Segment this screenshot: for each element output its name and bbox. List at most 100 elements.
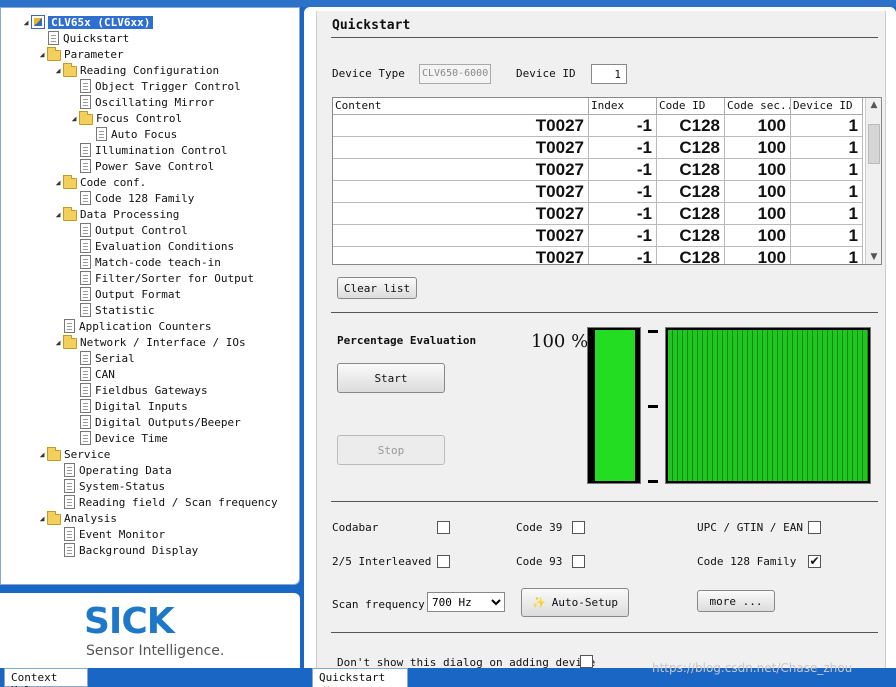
table-cell[interactable]: C128 — [657, 115, 725, 137]
code93-checkbox[interactable] — [572, 555, 585, 568]
code128-checkbox[interactable]: ✔ — [808, 555, 821, 568]
table-cell[interactable]: 100 — [725, 181, 791, 203]
table-cell[interactable]: -1 — [589, 247, 657, 264]
tree-item[interactable]: Oscillating Mirror — [69, 94, 214, 110]
grid-scrollbar[interactable]: ▲ ▼ — [865, 98, 881, 264]
tab-quickstart[interactable]: Quickstart ✖ — [312, 668, 408, 687]
tree-item[interactable]: Device Time — [69, 430, 168, 446]
expand-arrow-icon[interactable]: ◢ — [53, 178, 63, 187]
table-cell[interactable]: 1 — [791, 247, 863, 264]
table-cell[interactable]: -1 — [589, 225, 657, 247]
code39-checkbox[interactable] — [572, 521, 585, 534]
tree-item[interactable]: Code 128 Family — [69, 190, 194, 206]
tree-item[interactable]: Operating Data — [53, 462, 172, 478]
start-button[interactable]: Start — [337, 363, 445, 393]
scroll-up-icon[interactable]: ▲ — [866, 100, 881, 110]
tree-item[interactable]: Application Counters — [53, 318, 211, 334]
tree-item[interactable]: Auto Focus — [85, 126, 177, 142]
auto-setup-button[interactable]: ✨ Auto-Setup — [521, 588, 629, 617]
device-id-field[interactable]: 1 — [591, 64, 627, 84]
clear-list-button[interactable]: Clear list — [337, 277, 417, 299]
upc-checkbox[interactable] — [808, 521, 821, 534]
table-cell[interactable]: T0027 — [333, 137, 589, 159]
tree-item[interactable]: Event Monitor — [53, 526, 165, 542]
table-cell[interactable]: C128 — [657, 137, 725, 159]
table-cell[interactable]: 100 — [725, 247, 791, 264]
tree-item[interactable]: Fieldbus Gateways — [69, 382, 208, 398]
tree-item[interactable]: ◢ Code conf. — [53, 174, 146, 190]
column-header[interactable]: Device ID — [791, 98, 863, 115]
table-cell[interactable]: T0027 — [333, 225, 589, 247]
tree-item[interactable]: ◢ Reading Configuration — [53, 62, 219, 78]
tree-item[interactable]: Power Save Control — [69, 158, 214, 174]
more-button[interactable]: more ... — [697, 590, 775, 612]
table-cell[interactable]: 100 — [725, 203, 791, 225]
dont-show-checkbox[interactable] — [580, 655, 593, 668]
tree-item[interactable]: ◢ Parameter — [37, 46, 124, 62]
column-header[interactable]: Index — [589, 98, 657, 115]
expand-arrow-icon[interactable]: ◢ — [37, 514, 47, 523]
scan-frequency-select[interactable]: 700 Hz — [427, 592, 505, 612]
table-cell[interactable]: 1 — [791, 203, 863, 225]
tree-item[interactable]: Illumination Control — [69, 142, 227, 158]
tree-item[interactable]: Quickstart — [37, 30, 129, 46]
table-cell[interactable]: 1 — [791, 181, 863, 203]
tree-item[interactable]: CAN — [69, 366, 115, 382]
expand-arrow-icon[interactable]: ◢ — [53, 66, 63, 75]
interleaved-checkbox[interactable] — [437, 555, 450, 568]
table-cell[interactable]: T0027 — [333, 181, 589, 203]
expand-arrow-icon[interactable]: ◢ — [53, 338, 63, 347]
tree-item[interactable]: Reading field / Scan frequency — [53, 494, 278, 510]
tree-item[interactable]: Statistic — [69, 302, 155, 318]
tree-item[interactable]: Serial — [69, 350, 135, 366]
table-cell[interactable]: C128 — [657, 225, 725, 247]
table-cell[interactable]: C128 — [657, 181, 725, 203]
tree-item[interactable]: Object Trigger Control — [69, 78, 241, 94]
column-header[interactable]: Code ID — [657, 98, 725, 115]
table-cell[interactable]: 100 — [725, 225, 791, 247]
tree-item[interactable]: ◢ Service — [37, 446, 110, 462]
table-cell[interactable]: C128 — [657, 203, 725, 225]
tree-item[interactable]: ◢ Analysis — [37, 510, 117, 526]
expand-arrow-icon[interactable]: ◢ — [69, 114, 79, 123]
table-cell[interactable]: T0027 — [333, 159, 589, 181]
table-cell[interactable]: C128 — [657, 159, 725, 181]
table-cell[interactable]: C128 — [657, 247, 725, 264]
stop-button[interactable]: Stop — [337, 435, 445, 465]
navigation-tree[interactable]: ◢ CLV65x (CLV6xx) Quickstart ◢ Parameter ◢ Rea… — [0, 7, 300, 585]
tree-item[interactable]: ◢ Data Processing — [53, 206, 179, 222]
table-cell[interactable]: 1 — [791, 137, 863, 159]
codabar-checkbox[interactable] — [437, 521, 450, 534]
table-cell[interactable]: 1 — [791, 115, 863, 137]
tree-item[interactable]: Evaluation Conditions — [69, 238, 234, 254]
tree-item[interactable]: Filter/Sorter for Output — [69, 270, 254, 286]
tab-context-help[interactable]: Context Help — [4, 668, 88, 687]
tree-item[interactable]: Output Control — [69, 222, 188, 238]
table-cell[interactable]: 100 — [725, 137, 791, 159]
tree-item[interactable]: Digital Outputs/Beeper — [69, 414, 241, 430]
scroll-thumb[interactable] — [868, 124, 880, 164]
tree-item[interactable]: Output Format — [69, 286, 181, 302]
tree-item[interactable]: ◢ Focus Control — [69, 110, 182, 126]
tree-item[interactable]: ◢ Network / Interface / IOs — [53, 334, 246, 350]
table-cell[interactable]: -1 — [589, 115, 657, 137]
expand-arrow-icon[interactable]: ◢ — [37, 50, 47, 59]
table-cell[interactable]: 1 — [791, 159, 863, 181]
table-cell[interactable]: 1 — [791, 225, 863, 247]
table-cell[interactable]: -1 — [589, 137, 657, 159]
expand-arrow-icon[interactable]: ◢ — [21, 18, 31, 27]
scroll-down-icon[interactable]: ▼ — [866, 252, 881, 262]
table-cell[interactable]: -1 — [589, 203, 657, 225]
column-header[interactable]: Content — [333, 98, 589, 115]
tree-item[interactable]: Background Display — [53, 542, 198, 558]
tree-item[interactable]: ◢ CLV65x (CLV6xx) — [21, 14, 154, 30]
table-cell[interactable]: T0027 — [333, 203, 589, 225]
tree-item[interactable]: System-Status — [53, 478, 165, 494]
tree-item[interactable]: Match-code teach-in — [69, 254, 221, 270]
table-cell[interactable]: -1 — [589, 159, 657, 181]
results-grid[interactable]: ▲ ▼ ContentIndexCode IDCode sec...Device… — [332, 97, 882, 265]
table-cell[interactable]: 100 — [725, 159, 791, 181]
column-header[interactable]: Code sec... — [725, 98, 791, 115]
expand-arrow-icon[interactable]: ◢ — [53, 210, 63, 219]
table-cell[interactable]: T0027 — [333, 115, 589, 137]
